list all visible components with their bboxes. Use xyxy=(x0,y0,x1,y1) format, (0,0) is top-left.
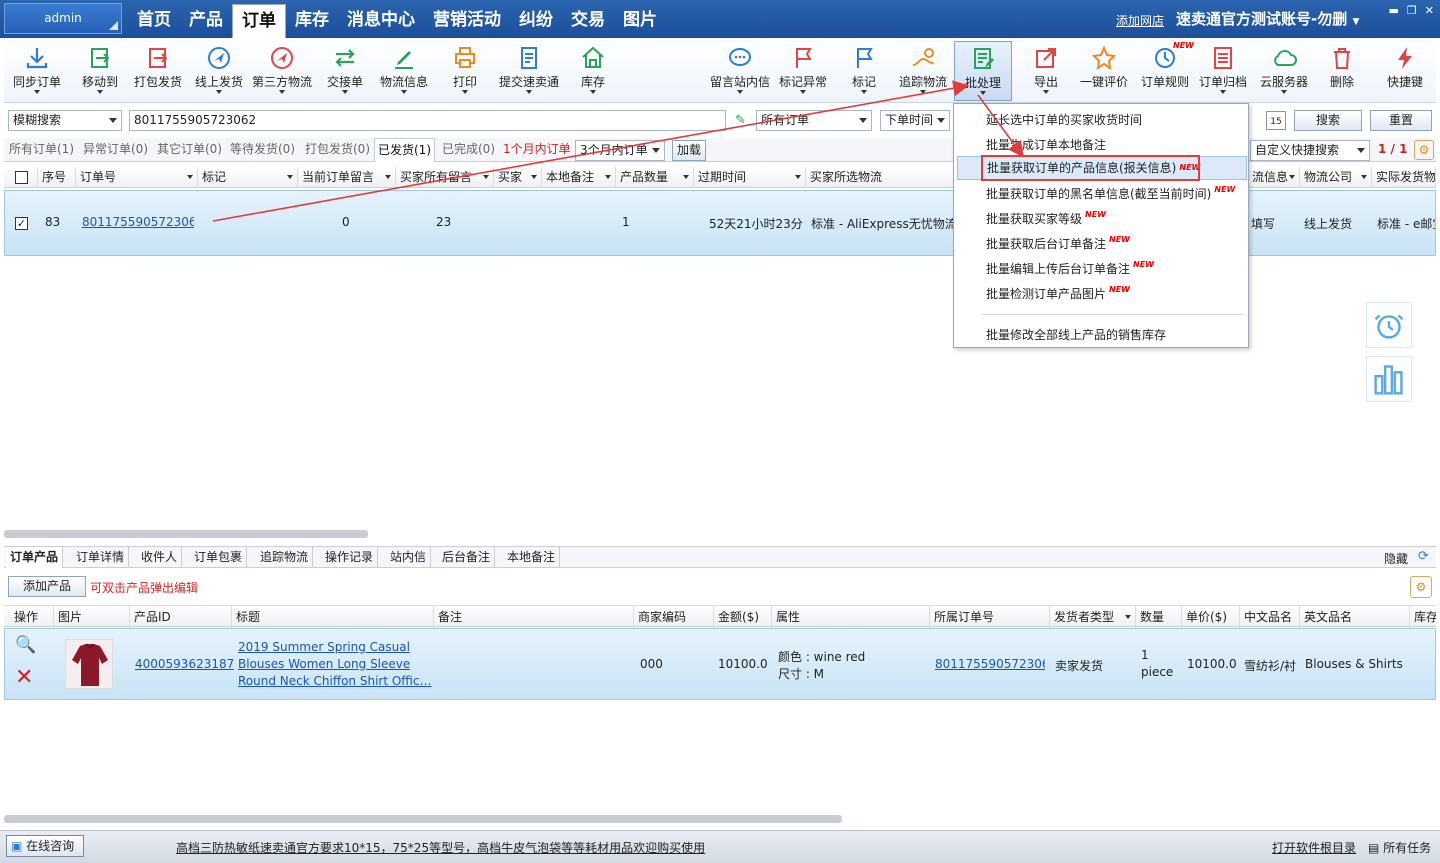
all-tasks-button[interactable]: ▤ 所有任务 xyxy=(1368,839,1431,856)
tab-operation-log[interactable]: 操作记录 xyxy=(321,547,379,568)
product-grid-header: 操作 图片 产品ID 标题 备注 商家编码 金额($) 属性 所属订单号 发货者… xyxy=(4,605,1436,628)
status-bar: ▣ 在线咨询 高档三防热敏纸速卖通官方要求10*15，75*25等型号，高档牛皮… xyxy=(0,830,1440,863)
tab-backend-note[interactable]: 后台备注 xyxy=(438,547,496,568)
edit-hint: 可双击产品弹出编辑 xyxy=(90,581,199,595)
tab-track-logistics[interactable]: 追踪物流 xyxy=(256,547,314,568)
tab-local-note[interactable]: 本地备注 xyxy=(503,547,561,568)
col-merchant-code[interactable]: 商家编码 xyxy=(634,606,714,628)
detail-tabs: 订单产品 订单详情 收件人 订单包裹 追踪物流 操作记录 站内信 后台备注 本地… xyxy=(4,546,1436,568)
col-unit-price[interactable]: 单价($) xyxy=(1182,606,1240,628)
col-product-id[interactable]: 产品ID xyxy=(130,606,232,628)
quantity-value: 1 xyxy=(1141,648,1149,662)
col-title[interactable]: 标题 xyxy=(232,606,434,628)
column-settings-icon[interactable]: ⚙ xyxy=(1410,576,1432,598)
col-image: 图片 xyxy=(54,606,130,628)
tab-order-products[interactable]: 订单产品 xyxy=(6,547,64,568)
product-row[interactable]: 🔍 ✕ 4000593623187 2019 Summer Spring Cas… xyxy=(4,628,1436,700)
bottom-horizontal-scrollbar[interactable] xyxy=(4,815,842,823)
col-amount[interactable]: 金额($) xyxy=(714,606,772,628)
col-operation: 操作 xyxy=(10,606,54,628)
col-note[interactable]: 备注 xyxy=(434,606,634,628)
online-consult-label: 在线咨询 xyxy=(26,839,75,853)
add-product-button[interactable]: 添加产品 xyxy=(8,576,86,597)
arrow-to-batch-button xyxy=(212,80,970,222)
arrow-to-menu-item xyxy=(977,94,1024,158)
tasks-icon: ▤ xyxy=(1368,841,1380,855)
annotation-arrows xyxy=(212,80,1024,222)
amount: 10100.0 xyxy=(718,657,768,671)
product-title-line1[interactable]: 2019 Summer Spring Casual xyxy=(238,640,410,654)
quantity-unit: piece xyxy=(1141,665,1174,679)
col-en-name[interactable]: 英文品名 xyxy=(1300,606,1410,628)
col-attributes[interactable]: 属性 xyxy=(772,606,930,628)
col-order-no[interactable]: 所属订单号 xyxy=(930,606,1050,628)
attr-color: 颜色 : wine red xyxy=(778,650,866,664)
unit-price: 10100.0 xyxy=(1187,657,1237,671)
col-quantity[interactable]: 数量 xyxy=(1136,606,1182,628)
ad-link[interactable]: 高档三防热敏纸速卖通官方要求10*15，75*25等型号，高档牛皮气泡袋等等耗材… xyxy=(176,839,705,856)
merchant-code: 000 xyxy=(640,657,663,671)
product-thumbnail[interactable] xyxy=(65,639,113,689)
open-root-folder-link[interactable]: 打开软件根目录 xyxy=(1272,839,1356,856)
tab-recipient[interactable]: 收件人 xyxy=(137,547,183,568)
all-tasks-label: 所有任务 xyxy=(1383,841,1432,855)
search-icon[interactable]: 🔍 xyxy=(15,635,36,655)
delete-cross-icon[interactable]: ✕ xyxy=(15,665,33,690)
product-title-line3[interactable]: Round Neck Chiffon Shirt Offic… xyxy=(238,674,433,688)
online-consult-button[interactable]: ▣ 在线咨询 xyxy=(6,835,84,857)
order-no-link[interactable]: 8011755905723062 xyxy=(935,657,1045,671)
product-title-line2[interactable]: Blouses Women Long Sleeve xyxy=(238,657,410,671)
col-shipper-type[interactable]: 发货者类型 xyxy=(1050,606,1136,628)
hide-panel-link[interactable]: 隐藏 xyxy=(1384,550,1408,567)
shipper-type: 卖家发货 xyxy=(1055,659,1104,673)
col-shipper-type-label: 发货者类型 xyxy=(1054,610,1115,624)
en-name: Blouses & Shirts xyxy=(1305,657,1403,671)
chat-bubble-icon: ▣ xyxy=(11,839,23,853)
tab-site-messages[interactable]: 站内信 xyxy=(386,547,432,568)
tab-order-details[interactable]: 订单详情 xyxy=(72,547,130,568)
attr-size: 尺寸 : M xyxy=(778,667,825,681)
product-id-link[interactable]: 4000593623187 xyxy=(135,657,234,671)
cn-name: 雪纺衫/衬 xyxy=(1244,659,1297,673)
col-cn-name[interactable]: 中文品名 xyxy=(1240,606,1300,628)
refresh-icon[interactable]: ⟳ xyxy=(1418,549,1429,564)
col-stock[interactable]: 库存 xyxy=(1410,606,1436,628)
tab-order-packages[interactable]: 订单包裹 xyxy=(190,547,248,568)
